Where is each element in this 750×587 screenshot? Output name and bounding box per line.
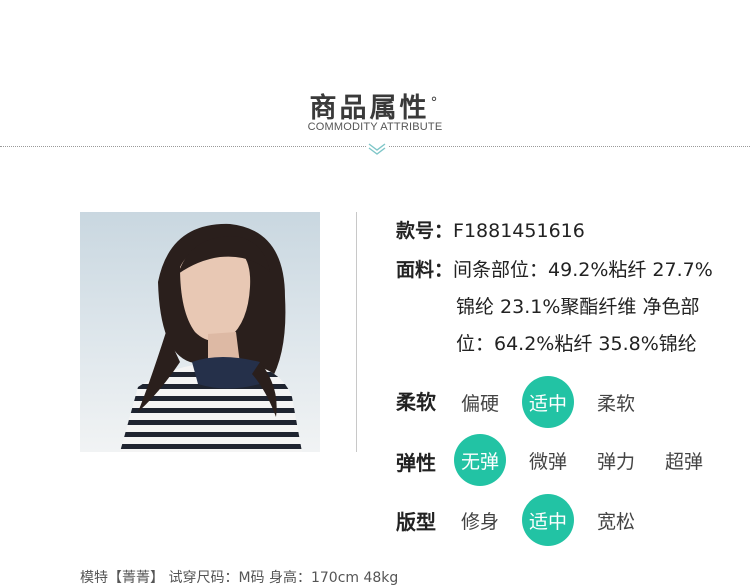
elasticity-option: 超弹 [664,450,703,473]
fit-option: 修身 [460,510,499,533]
fabric-row: 面料：间条部位：49.2%粘纤 27.7% [396,258,713,282]
chevron-down-icon [366,141,388,155]
softness-option: 柔软 [596,392,635,415]
elasticity-option-selected: 无弹 [454,434,506,486]
model-fitting-info: 模特【菁菁】 试穿尺码：M码 身高：170cm 48kg [80,570,399,586]
fabric-line-1: 间条部位：49.2%粘纤 27.7% [453,259,713,281]
softness-option-selected: 适中 [522,376,574,428]
elasticity-option: 弹力 [596,450,635,473]
fit-option-selected: 适中 [522,494,574,546]
elasticity-label: 弹性 [396,451,436,475]
style-number-value: F1881451616 [453,220,585,242]
softness-label: 柔软 [396,390,436,414]
section-subtitle: COMMODITY ATTRIBUTE [307,121,443,133]
fit-option: 宽松 [596,510,635,533]
style-number-label: 款号： [396,220,454,242]
elasticity-option: 微弹 [528,450,567,473]
fabric-label: 面料： [396,259,454,281]
vertical-divider [356,212,357,452]
fabric-line-3: 位：64.2%粘纤 35.8%锦纶 [456,333,697,355]
title-mark: ° [430,95,441,111]
fabric-line-2: 锦纶 23.1%聚酯纤维 净色部 [456,296,700,318]
softness-option: 偏硬 [460,392,499,415]
style-number: 款号：F1881451616 [396,219,585,243]
fit-label: 版型 [396,510,436,534]
section-title: 商品属性° [309,93,441,124]
model-photo [80,212,320,452]
